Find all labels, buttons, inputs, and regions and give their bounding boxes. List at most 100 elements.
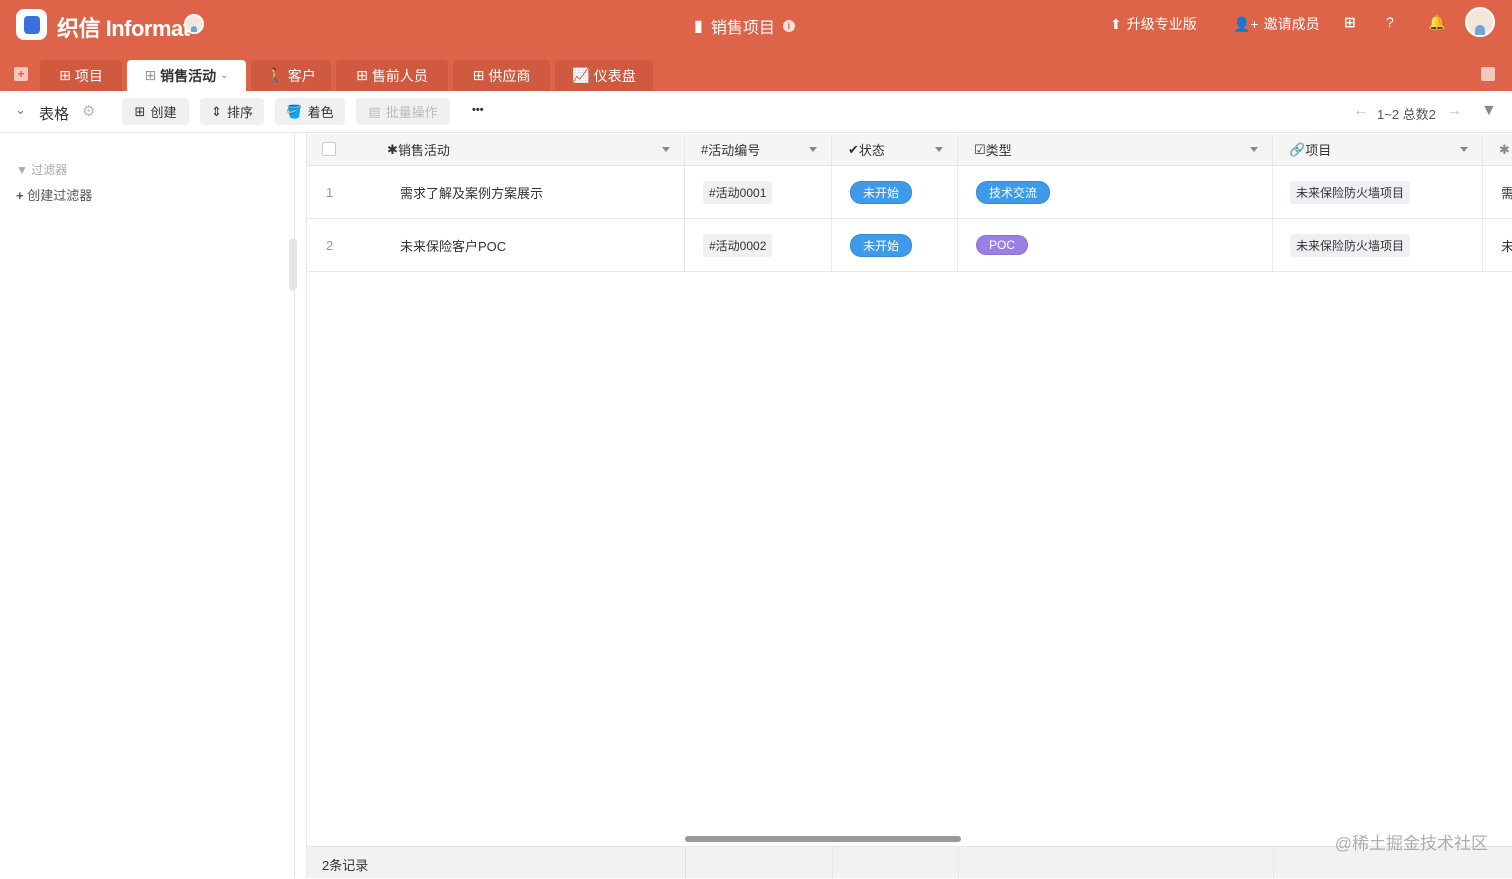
table-icon: ⊞ [59, 67, 71, 83]
tab-label: 销售活动 [160, 67, 217, 84]
cell-code[interactable]: #活动0002 [685, 219, 832, 271]
invite-button[interactable]: 👤+ 邀请成员 [1233, 14, 1320, 34]
batch-button[interactable]: ▤ 批量操作 [356, 98, 450, 125]
cell-project[interactable]: 未来保险防火墙项目 [1273, 219, 1483, 271]
column-label: 活动编号 [708, 143, 761, 158]
filter-heading-label: 过滤器 [31, 163, 68, 177]
top-bar: 织信 Informat ▮ 销售项目 i ⬆ 升级专业版 👤+ 邀请成员 ⊞ ? 🔔 +… [0, 0, 1512, 91]
help-icon[interactable]: ? [1386, 14, 1394, 30]
gear-icon[interactable]: ⚙ [82, 102, 95, 120]
tab-customer[interactable]: 🚶 客户 [251, 60, 331, 91]
tab-presales[interactable]: ⊞ 售前人员 [336, 60, 448, 91]
row-number: 2 [326, 237, 334, 253]
row-number: 1 [326, 184, 334, 200]
sort-label: 排序 [226, 105, 253, 120]
upload-circle-icon: ⬆ [1110, 15, 1122, 32]
add-user-icon: 👤+ [1233, 15, 1259, 32]
app-avatar[interactable] [184, 14, 204, 34]
document-icon: ▮ [694, 18, 703, 35]
table-icon: ⊞ [356, 67, 368, 83]
table-footer: 2条记录 [307, 846, 1512, 879]
cell-extra[interactable]: 需 [1483, 166, 1512, 218]
user-avatar[interactable] [1465, 7, 1495, 37]
cell-code[interactable]: #活动0001 [685, 166, 832, 218]
column-label: 状态 [858, 143, 885, 158]
column-header-name[interactable]: ✱ 销售活动 [307, 134, 685, 165]
invite-label: 邀请成员 [1263, 16, 1320, 32]
column-label: 类型 [985, 143, 1012, 158]
tab-supplier[interactable]: ⊞ 供应商 [453, 60, 550, 91]
prev-arrow-icon[interactable]: ← [1353, 102, 1369, 120]
column-header-code[interactable]: # 活动编号 [685, 134, 832, 165]
collapse-chevron-icon[interactable]: ⌄ [15, 102, 26, 118]
tab-label: 售前人员 [371, 67, 428, 84]
record-count: 2条记录 [322, 858, 369, 873]
bell-icon[interactable]: 🔔 [1428, 14, 1445, 31]
toolbar: ⌄ 表格 ⚙ ⊞ 创建 ⇕ 排序 🪣 着色 ▤ 批量操作 ••• ← 1~2 总数2 →… [0, 91, 1512, 133]
table-row[interactable]: 2 未来保险客户POC #活动0002 未开始 POC 未来保险防火墙项目 未 [307, 219, 1512, 272]
logo-icon [16, 9, 47, 40]
code-chip: #活动0001 [703, 180, 773, 204]
asterisk-icon: ✱ [387, 141, 398, 157]
color-label: 着色 [307, 105, 334, 120]
sidebar-collapse-handle[interactable] [289, 238, 297, 291]
caret-down-icon[interactable] [662, 147, 670, 152]
table-header: ✱ 销售活动 # 活动编号 ✔ 状态 ☑ 类型 🔗 项目 ✱ [307, 134, 1512, 166]
horizontal-scrollbar[interactable] [685, 836, 961, 842]
chevron-down-icon[interactable]: ⌄ [220, 70, 228, 81]
upgrade-button[interactable]: ⬆ 升级专业版 [1110, 14, 1197, 34]
cell-type[interactable]: 技术交流 [958, 166, 1273, 218]
check-circle-icon: ✔ [848, 141, 859, 157]
hash-icon: # [701, 142, 709, 157]
name-text: 未来保险客户POC [400, 238, 507, 254]
link-icon: 🔗 [1289, 141, 1306, 157]
color-button[interactable]: 🪣 着色 [275, 98, 345, 125]
create-filter-button[interactable]: + 创建过滤器 [16, 185, 92, 204]
cell-status[interactable]: 未开始 [832, 166, 958, 218]
create-label: 创建 [150, 105, 177, 120]
status-badge: 未开始 [850, 180, 913, 204]
column-header-project[interactable]: 🔗 项目 [1273, 134, 1483, 165]
cell-type[interactable]: POC [958, 219, 1273, 271]
tab-sales-activity[interactable]: ⊞ 销售活动 ⌄ [127, 60, 246, 91]
caret-down-icon[interactable] [935, 147, 943, 152]
type-badge: POC [976, 235, 1029, 255]
column-header-status[interactable]: ✔ 状态 [832, 134, 958, 165]
name-text: 需求了解及案例方案展示 [400, 185, 544, 201]
project-chip[interactable]: 未来保险防火墙项目 [1290, 180, 1411, 204]
page-title: ▮ 销售项目 i [694, 14, 795, 38]
column-header-type[interactable]: ☑ 类型 [958, 134, 1273, 165]
tab-label: 仪表盘 [593, 67, 636, 84]
cell-extra[interactable]: 未 [1483, 219, 1512, 271]
filter-heading: ▼ 过滤器 [16, 161, 67, 178]
view-name[interactable]: 表格 [39, 103, 69, 124]
add-tab-icon[interactable]: + [14, 67, 28, 81]
more-button[interactable]: ••• [472, 104, 484, 116]
paint-bucket-icon: 🪣 [286, 103, 303, 119]
info-icon[interactable]: i [782, 20, 795, 32]
cell-project[interactable]: 未来保险防火墙项目 [1273, 166, 1483, 218]
table-icon: ⊞ [144, 67, 157, 83]
tab-project[interactable]: ⊞ 项目 [40, 60, 122, 91]
data-table: ✱ 销售活动 # 活动编号 ✔ 状态 ☑ 类型 🔗 项目 ✱ 1 需求了解及案例方案展示 #… [306, 133, 1512, 879]
filter-icon: ▼ [16, 163, 28, 177]
cell-status[interactable]: 未开始 [832, 219, 958, 271]
caret-down-icon[interactable] [809, 147, 817, 152]
tab-dashboard[interactable]: 📈 仪表盘 [555, 60, 653, 91]
next-arrow-icon[interactable]: → [1446, 102, 1462, 120]
sort-button[interactable]: ⇕ 排序 [200, 98, 264, 125]
add-icon[interactable]: ⊞ [1344, 14, 1356, 31]
table-row[interactable]: 1 需求了解及案例方案展示 #活动0001 未开始 技术交流 未来保险防火墙项目 … [307, 166, 1512, 219]
list-icon: ▤ [368, 103, 381, 119]
project-chip[interactable]: 未来保险防火墙项目 [1290, 233, 1411, 257]
chart-icon: 📈 [572, 67, 590, 83]
caret-down-icon[interactable] [1460, 147, 1468, 152]
code-chip: #活动0002 [703, 233, 773, 257]
caret-down-icon[interactable] [1250, 147, 1258, 152]
cell-name[interactable]: 1 需求了解及案例方案展示 [307, 166, 685, 218]
filter-icon[interactable]: ▼ [1481, 102, 1497, 120]
cell-name[interactable]: 2 未来保险客户POC [307, 219, 685, 271]
select-all-checkbox[interactable] [322, 142, 336, 156]
window-copy-icon[interactable] [1481, 67, 1495, 81]
create-button[interactable]: ⊞ 创建 [122, 98, 189, 125]
